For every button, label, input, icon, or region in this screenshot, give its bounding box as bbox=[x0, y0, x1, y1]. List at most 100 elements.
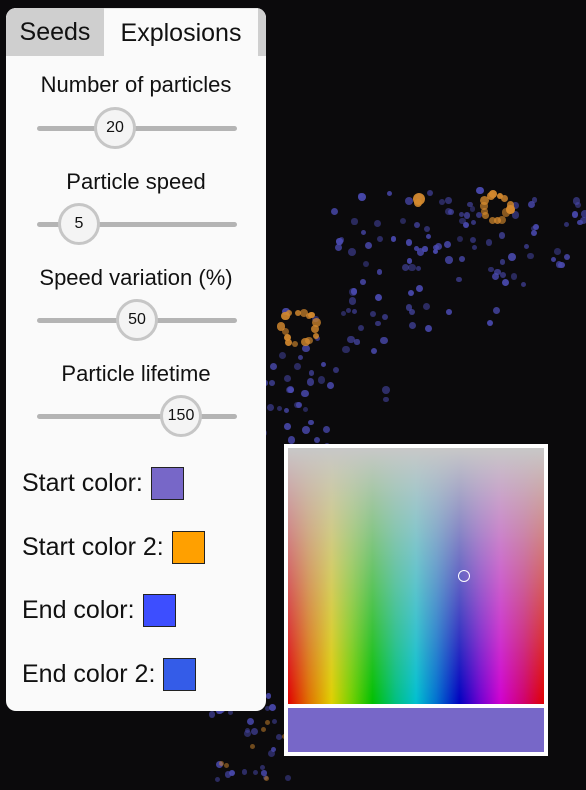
particle bbox=[574, 202, 582, 209]
particle bbox=[360, 279, 366, 285]
end-color-2-swatch[interactable] bbox=[163, 657, 197, 691]
particle bbox=[469, 236, 476, 243]
particle bbox=[550, 256, 557, 263]
particle bbox=[314, 436, 321, 443]
particle bbox=[276, 734, 282, 740]
tab-explosions[interactable]: Explosions bbox=[104, 8, 258, 56]
particle bbox=[485, 238, 493, 246]
particle bbox=[268, 380, 275, 387]
particle bbox=[445, 255, 454, 264]
particle bbox=[335, 244, 343, 252]
particle bbox=[297, 354, 304, 361]
particle bbox=[371, 348, 378, 355]
particle bbox=[306, 377, 315, 386]
end-color-2-label: End color 2: bbox=[22, 660, 156, 689]
particle bbox=[414, 199, 422, 207]
particle bbox=[498, 232, 506, 239]
particle bbox=[445, 197, 452, 204]
particle bbox=[373, 219, 382, 227]
particle bbox=[347, 335, 355, 344]
particle bbox=[558, 261, 566, 269]
particle-lifetime-thumb[interactable]: 150 bbox=[160, 395, 202, 437]
end-color-row: End color: bbox=[22, 590, 176, 628]
start-color-2-swatch[interactable] bbox=[171, 530, 205, 564]
particle bbox=[323, 426, 331, 434]
particle bbox=[530, 229, 537, 237]
particle bbox=[312, 317, 322, 327]
particle bbox=[456, 276, 462, 283]
start-color-label: Start color: bbox=[22, 469, 143, 498]
particle bbox=[467, 201, 473, 208]
particle bbox=[425, 233, 432, 239]
particle-count-thumb[interactable]: 20 bbox=[94, 107, 136, 149]
start-color-2-label: Start color 2: bbox=[22, 533, 164, 562]
particle bbox=[374, 293, 383, 302]
color-picker-preview bbox=[288, 708, 544, 752]
particle bbox=[357, 192, 363, 198]
particle bbox=[360, 230, 367, 236]
particle bbox=[285, 310, 292, 317]
particle bbox=[493, 306, 501, 315]
particle bbox=[488, 189, 498, 198]
particle bbox=[506, 201, 515, 209]
particle bbox=[456, 235, 464, 242]
color-picker-popup bbox=[284, 444, 548, 756]
particle bbox=[520, 281, 526, 287]
particle bbox=[228, 769, 236, 777]
end-color-swatch[interactable] bbox=[142, 593, 176, 627]
particle bbox=[308, 370, 315, 376]
particle bbox=[277, 406, 283, 412]
particle bbox=[408, 321, 417, 330]
particle bbox=[380, 336, 388, 345]
tab-seeds[interactable]: Seeds bbox=[6, 8, 104, 56]
particle bbox=[500, 194, 508, 202]
particle bbox=[415, 265, 421, 272]
particle-lifetime-label: Particle lifetime bbox=[61, 361, 211, 386]
particle bbox=[265, 706, 271, 712]
speed-variation-thumb[interactable]: 50 bbox=[116, 299, 158, 341]
particle bbox=[264, 775, 270, 781]
particle bbox=[500, 272, 507, 279]
color-picker-field[interactable] bbox=[288, 448, 544, 704]
color-picker-handle[interactable] bbox=[458, 570, 470, 582]
particle bbox=[399, 218, 406, 225]
particle bbox=[284, 422, 291, 430]
particle bbox=[443, 241, 452, 249]
particle bbox=[408, 263, 416, 272]
particle bbox=[369, 310, 377, 317]
particle bbox=[408, 290, 415, 297]
particle bbox=[285, 387, 292, 393]
particle bbox=[416, 248, 425, 256]
start-color-swatch[interactable] bbox=[150, 466, 184, 500]
particle bbox=[288, 436, 296, 444]
particle bbox=[348, 297, 357, 305]
particle bbox=[407, 258, 413, 264]
particle bbox=[415, 284, 424, 293]
particle bbox=[381, 313, 389, 321]
control-panel: Seeds Explosions Number of particles 20 … bbox=[6, 8, 266, 711]
particle-lifetime-slider[interactable] bbox=[37, 414, 237, 419]
particle bbox=[308, 419, 314, 426]
particle bbox=[363, 260, 369, 267]
particle bbox=[470, 220, 477, 226]
particle-speed-thumb[interactable]: 5 bbox=[58, 203, 100, 245]
particle bbox=[563, 254, 570, 261]
particle bbox=[224, 762, 230, 768]
particle bbox=[563, 221, 570, 228]
particle bbox=[302, 407, 308, 413]
start-color-row: Start color: bbox=[22, 463, 184, 501]
particle bbox=[500, 259, 506, 265]
particle bbox=[350, 287, 358, 295]
particle bbox=[577, 219, 583, 225]
particle bbox=[357, 324, 364, 332]
particle bbox=[507, 253, 516, 261]
particle bbox=[376, 236, 383, 243]
particle bbox=[301, 389, 309, 398]
particle bbox=[524, 244, 530, 250]
particle bbox=[269, 704, 277, 712]
particle bbox=[261, 727, 267, 733]
particle bbox=[527, 252, 534, 260]
particle bbox=[463, 212, 471, 219]
particle-count-slider[interactable] bbox=[37, 126, 237, 131]
particle bbox=[218, 760, 224, 766]
